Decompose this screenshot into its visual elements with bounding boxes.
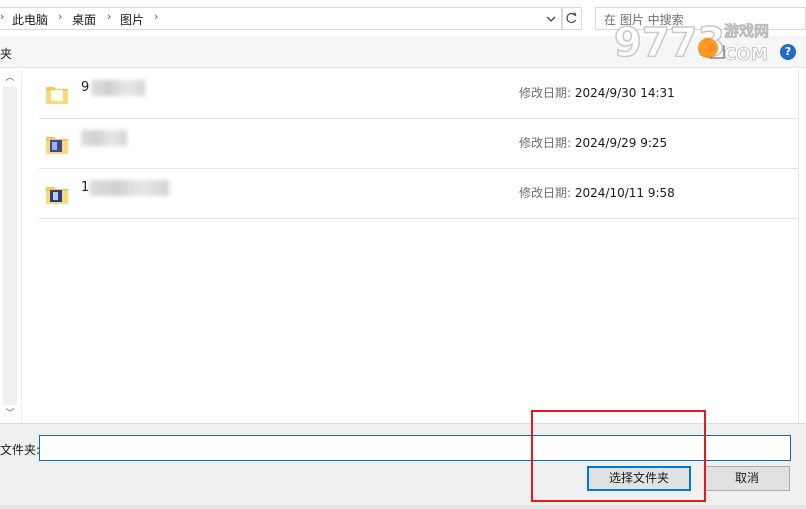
breadcrumb-chevron-icon[interactable]: ›	[58, 10, 62, 23]
folder-icon	[46, 137, 68, 154]
watermark-domain: COM	[724, 45, 768, 65]
breadcrumb-item-desktop[interactable]: 桌面	[72, 11, 96, 28]
cancel-button[interactable]: 取消	[704, 466, 790, 491]
window-bottom-border	[0, 505, 806, 509]
folder-icon	[46, 87, 68, 104]
new-folder-button[interactable]: 夹	[0, 45, 12, 62]
refresh-button[interactable]	[562, 7, 582, 30]
breadcrumb-item-this-pc[interactable]: 此电脑	[12, 11, 48, 28]
nav-scrollbar-track[interactable]	[3, 87, 17, 405]
modified-date: 修改日期: 2024/9/30 14:31	[519, 86, 675, 100]
highlight-annotation	[531, 410, 706, 502]
chevron-down-icon[interactable]	[544, 12, 558, 26]
breadcrumb-item-pictures[interactable]: 图片	[120, 11, 144, 28]
list-item[interactable]: 9 修改日期: 2024/9/30 14:31	[39, 69, 798, 119]
breadcrumb-chevron-icon[interactable]: ›	[0, 10, 4, 23]
breadcrumb-chevron-icon[interactable]: ›	[107, 10, 111, 23]
breadcrumb-chevron-icon[interactable]: ›	[154, 10, 158, 23]
folder-icon	[46, 187, 68, 204]
address-bar[interactable]: › 此电脑 › 桌面 › 图片 ›	[0, 7, 562, 30]
modified-date: 修改日期: 2024/9/29 9:25	[519, 136, 668, 150]
scroll-up-icon[interactable]: ︿	[4, 72, 16, 84]
file-name[interactable]: 1	[81, 180, 169, 196]
content-scroll-edge	[798, 69, 806, 423]
watermark-brand: 游戏网	[724, 22, 769, 40]
watermark-logo: 9773 游戏网 COM	[613, 19, 769, 67]
list-item[interactable]: 修改日期: 2024/9/29 9:25	[39, 119, 798, 169]
file-list[interactable]: 9 修改日期: 2024/9/30 14:31 修改日期: 2024/9/29 …	[23, 69, 798, 423]
refresh-icon	[566, 12, 577, 24]
navigation-pane[interactable]: ︿ ﹀	[0, 69, 22, 423]
modified-date: 修改日期: 2024/10/11 9:58	[519, 186, 675, 200]
file-name[interactable]: 9	[81, 80, 145, 96]
folder-field-label: 文件夹:	[0, 443, 41, 457]
list-item[interactable]: 1 修改日期: 2024/10/11 9:58	[39, 169, 798, 219]
scroll-down-icon[interactable]: ﹀	[4, 408, 16, 420]
